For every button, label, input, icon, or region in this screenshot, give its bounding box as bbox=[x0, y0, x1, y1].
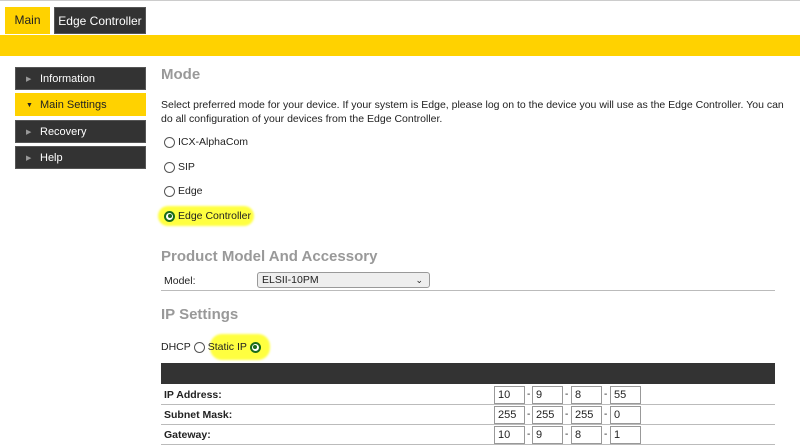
separator: - bbox=[527, 389, 531, 400]
radio-sip[interactable]: SIP bbox=[164, 160, 195, 174]
octet-input[interactable]: 9 bbox=[532, 386, 563, 404]
row-label: Subnet Mask: bbox=[164, 409, 233, 421]
octet-input[interactable]: 255 bbox=[494, 406, 525, 424]
mode-heading: Mode bbox=[161, 66, 201, 83]
separator: - bbox=[565, 409, 569, 420]
separator: - bbox=[527, 429, 531, 440]
radio-label: Edge Controller bbox=[178, 210, 251, 222]
mode-description: Select preferred mode for your device. I… bbox=[161, 99, 784, 125]
chevron-down-icon: ⌄ bbox=[415, 275, 423, 285]
sidebar-item-label: Information bbox=[40, 73, 96, 85]
chevron-right-icon: ▶ bbox=[26, 129, 32, 136]
chevron-right-icon: ▶ bbox=[26, 155, 32, 162]
octet-input[interactable]: 0 bbox=[610, 406, 641, 424]
radio-label: Edge bbox=[178, 185, 203, 197]
product-heading: Product Model And Accessory bbox=[161, 248, 378, 265]
static-ip-label: Static IP bbox=[207, 341, 247, 353]
radio-circle-icon bbox=[164, 185, 175, 197]
ip-table-row: Subnet Mask: 255-255-255-0 bbox=[161, 405, 775, 425]
divider bbox=[161, 290, 775, 291]
radio-edge[interactable]: Edge bbox=[164, 184, 203, 198]
radio-selected-icon bbox=[164, 210, 175, 222]
ip-table-header bbox=[161, 363, 775, 384]
radio-circle-icon bbox=[164, 136, 175, 148]
chevron-right-icon: ▶ bbox=[26, 76, 32, 83]
tab-bar-accent bbox=[0, 35, 800, 56]
separator: - bbox=[604, 389, 608, 400]
sidebar-item-help[interactable]: ▶ Help bbox=[15, 146, 146, 169]
separator: - bbox=[565, 389, 569, 400]
separator: - bbox=[527, 409, 531, 420]
sidebar-item-label: Main Settings bbox=[40, 99, 107, 111]
sidebar-item-main-settings[interactable]: ▼ Main Settings bbox=[15, 93, 146, 116]
model-value: ELSII-10PM bbox=[262, 274, 319, 286]
tab-main[interactable]: Main bbox=[5, 7, 50, 34]
sidebar-item-label: Recovery bbox=[40, 126, 87, 138]
model-select[interactable]: ELSII-10PM ⌄ bbox=[257, 272, 430, 288]
radio-edge-controller[interactable]: Edge Controller bbox=[164, 209, 251, 223]
octet-input[interactable]: 8 bbox=[571, 386, 602, 404]
radio-dhcp[interactable] bbox=[193, 341, 205, 353]
radio-label: ICX-AlphaCom bbox=[178, 136, 249, 148]
tab-edge-controller[interactable]: Edge Controller bbox=[54, 7, 146, 34]
ip-settings-heading: IP Settings bbox=[161, 306, 239, 323]
octet-input[interactable]: 255 bbox=[571, 406, 602, 424]
row-label: Gateway: bbox=[164, 429, 211, 441]
sidebar-item-information[interactable]: ▶ Information bbox=[15, 67, 146, 90]
separator: - bbox=[565, 429, 569, 440]
ip-table-row: Gateway: 10-9-8-1 bbox=[161, 425, 775, 445]
octet-input[interactable]: 10 bbox=[494, 426, 525, 444]
radio-label: SIP bbox=[178, 161, 195, 173]
ip-mode-group: DHCP Static IP bbox=[161, 340, 261, 354]
radio-icx-alphacom[interactable]: ICX-AlphaCom bbox=[164, 135, 248, 149]
dhcp-label: DHCP bbox=[161, 341, 191, 353]
separator: - bbox=[604, 429, 608, 440]
ip-table-row: IP Address: 10-9-8-55 bbox=[161, 385, 775, 405]
octet-input[interactable]: 55 bbox=[610, 386, 641, 404]
octet-input[interactable]: 255 bbox=[532, 406, 563, 424]
sidebar-item-recovery[interactable]: ▶ Recovery bbox=[15, 120, 146, 143]
row-label: IP Address: bbox=[164, 389, 222, 401]
octet-input[interactable]: 8 bbox=[571, 426, 602, 444]
octet-input[interactable]: 9 bbox=[532, 426, 563, 444]
separator: - bbox=[604, 409, 608, 420]
octet-input[interactable]: 10 bbox=[494, 386, 525, 404]
radio-static-ip[interactable] bbox=[249, 341, 261, 353]
model-label: Model: bbox=[164, 275, 196, 287]
chevron-down-icon: ▼ bbox=[26, 102, 33, 109]
radio-circle-icon bbox=[164, 161, 175, 173]
sidebar-item-label: Help bbox=[40, 152, 63, 164]
octet-input[interactable]: 1 bbox=[610, 426, 641, 444]
